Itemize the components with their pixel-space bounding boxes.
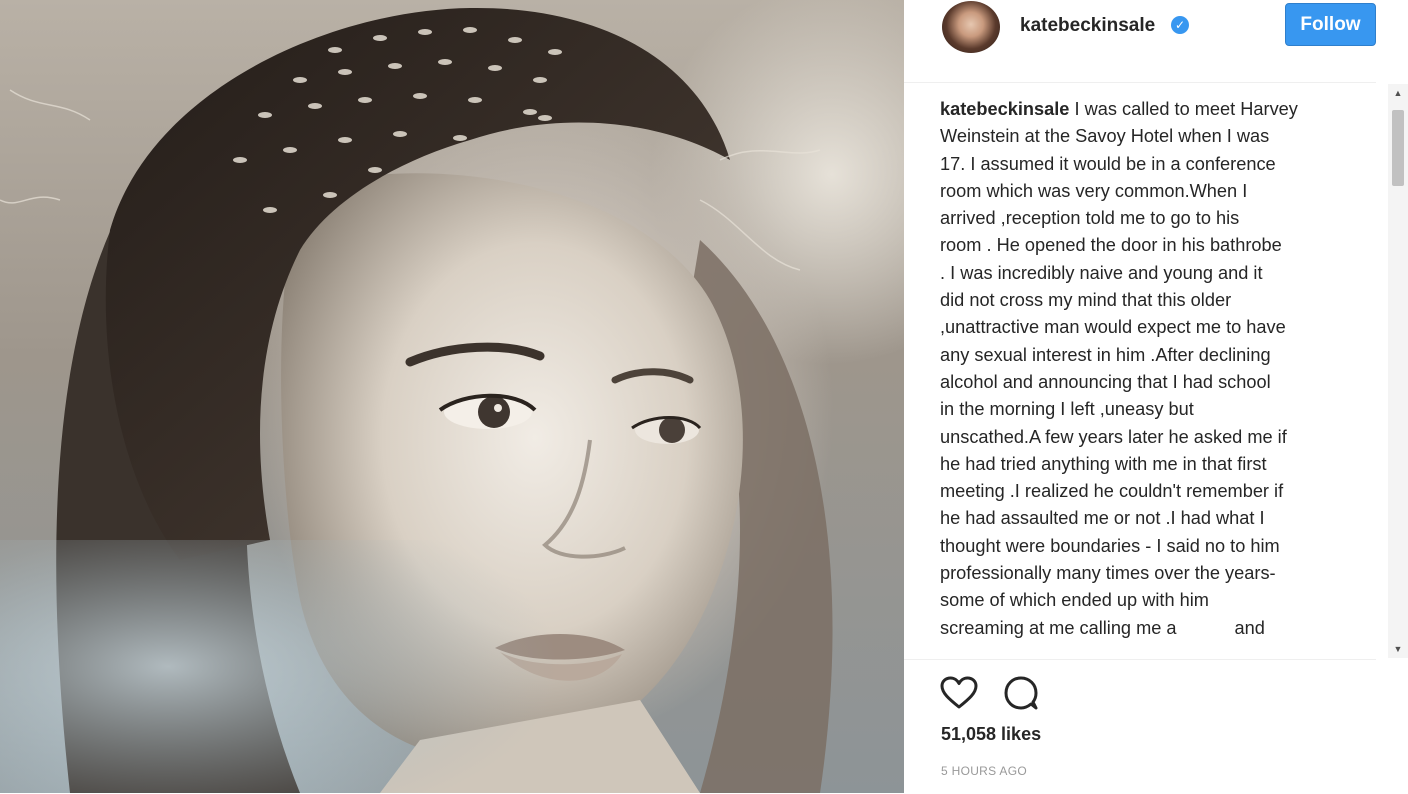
caption-line: any sexual interest in him .After declin… bbox=[940, 344, 1271, 365]
caption-line: thought were boundaries - I said no to h… bbox=[940, 535, 1280, 556]
comment-icon[interactable] bbox=[1003, 675, 1039, 711]
caption-line: meeting .I realized he couldn't remember… bbox=[940, 481, 1284, 502]
caption-line: Weinstein at the Savoy Hotel when I was bbox=[940, 126, 1270, 147]
caption-line: did not cross my mind that this older bbox=[940, 290, 1232, 311]
caption-line: 17. I assumed it would be in a conferenc… bbox=[940, 153, 1276, 174]
caption-line: ,unattractive man would expect me to hav… bbox=[940, 317, 1286, 338]
caption-text: katebeckinsale I was called to meet Harv… bbox=[940, 96, 1372, 642]
avatar[interactable] bbox=[942, 1, 1000, 53]
caption-line: in the morning I left ,uneasy but bbox=[940, 399, 1194, 420]
caption-username[interactable]: katebeckinsale bbox=[940, 99, 1069, 119]
post-sidebar: katebeckinsale ✓ Follow katebeckinsale I… bbox=[904, 0, 1408, 793]
caption-scroll-area[interactable]: katebeckinsale I was called to meet Harv… bbox=[940, 96, 1380, 659]
post-timestamp[interactable]: 5 HOURS AGO bbox=[941, 764, 1027, 778]
caption-line: room . He opened the door in his bathrob… bbox=[940, 235, 1282, 256]
caption-line: some of which ended up with him bbox=[940, 590, 1209, 611]
scrollbar-thumb[interactable] bbox=[1392, 110, 1404, 186]
caption-line: . I was incredibly naive and young and i… bbox=[940, 262, 1263, 283]
post-actions: 51,058 likes 5 HOURS AGO bbox=[904, 659, 1376, 794]
caption-line: I was called to meet Harvey bbox=[1074, 99, 1298, 119]
caption-line: and bbox=[1234, 617, 1265, 638]
follow-button[interactable]: Follow bbox=[1285, 3, 1376, 46]
scroll-down-icon[interactable]: ▼ bbox=[1388, 640, 1408, 658]
portrait-illustration bbox=[0, 7, 833, 793]
caption-line: screaming at me calling me a bbox=[940, 617, 1177, 638]
username-link[interactable]: katebeckinsale bbox=[1020, 15, 1155, 37]
caption-line: alcohol and announcing that I had school bbox=[940, 371, 1271, 392]
post-photo bbox=[0, 0, 904, 793]
caption-line: he had tried anything with me in that fi… bbox=[940, 453, 1267, 474]
caption-line: room which was very common.When I bbox=[940, 180, 1248, 201]
scroll-up-icon[interactable]: ▲ bbox=[1388, 84, 1408, 102]
post-header: katebeckinsale ✓ Follow bbox=[904, 0, 1376, 83]
caption-line: unscathed.A few years later he asked me … bbox=[940, 426, 1287, 447]
verified-badge-icon: ✓ bbox=[1171, 16, 1189, 34]
caption-line: professionally many times over the years… bbox=[940, 563, 1276, 584]
heart-icon[interactable] bbox=[940, 676, 978, 710]
caption-line: he had assaulted me or not .I had what I bbox=[940, 508, 1265, 529]
caption-scrollbar[interactable]: ▲ ▼ bbox=[1388, 84, 1408, 658]
likes-count[interactable]: 51,058 likes bbox=[941, 724, 1041, 745]
caption-line: arrived ,reception told me to go to his bbox=[940, 208, 1240, 229]
